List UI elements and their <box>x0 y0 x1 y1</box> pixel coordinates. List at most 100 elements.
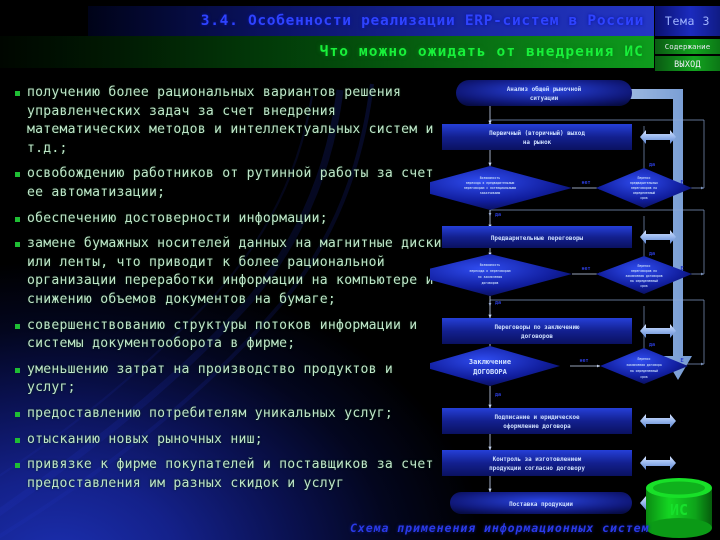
process-node-n4: Переговоры по заключению договоров <box>442 318 632 344</box>
svg-text:на рынок: на рынок <box>523 140 552 146</box>
svg-text:Переговоры по заключению: Переговоры по заключению <box>494 325 580 331</box>
svg-text:предварительных: предварительных <box>630 181 658 185</box>
bullet-marker-icon <box>15 242 20 248</box>
list-item: замене бумажных носителей данных на магн… <box>10 235 442 309</box>
list-item-text: предоставлению потребителям уникальных у… <box>27 405 393 421</box>
svg-text:ситуации: ситуации <box>530 96 559 102</box>
svg-text:оформление договора: оформление договора <box>503 423 571 430</box>
list-item-text: замене бумажных носителей данных на магн… <box>27 236 442 307</box>
svg-text:Первичный (вторичный) выход: Первичный (вторичный) выход <box>489 131 585 137</box>
edge-label-yes: да <box>495 392 501 398</box>
list-item: предоставлению потребителям уникальных у… <box>10 405 442 424</box>
bullet-marker-icon <box>15 437 20 443</box>
svg-text:Перенос: Перенос <box>637 357 650 361</box>
bullet-marker-icon <box>15 216 20 222</box>
process-node-n7: Поставка продукции <box>450 492 632 514</box>
slide-subtitle-bar: Что можно ожидать от внедрения ИС <box>0 36 654 68</box>
list-item: обеспечению достоверности информации; <box>10 210 442 229</box>
page-subtitle: Что можно ожидать от внедрения ИС <box>319 44 644 60</box>
svg-text:Контроль за изготовлением: Контроль за изготовлением <box>493 457 582 463</box>
edge-label-no: нет <box>581 266 590 272</box>
process-node-n6: Контроль за изготовлением продукции согл… <box>442 450 632 476</box>
svg-text:Возможность: Возможность <box>480 263 501 267</box>
list-item: освобождению работников от рутинной рабо… <box>10 165 442 202</box>
decision-node-d1: Возможность перехода к предварительным п… <box>430 166 572 210</box>
svg-text:на определенный: на определенный <box>630 279 658 283</box>
diagram-caption: Схема применения информационных систем <box>350 521 650 535</box>
list-item-text: уменьшению затрат на производство продук… <box>27 361 393 396</box>
svg-text:на определенный: на определенный <box>630 369 658 373</box>
list-item: отысканию новых рыночных ниш; <box>10 431 442 450</box>
list-item-text: обеспечению достоверности информации; <box>27 210 328 226</box>
svg-text:заключению договоров: заключению договоров <box>625 274 662 278</box>
svg-text:Предварительные переговоры: Предварительные переговоры <box>491 236 584 242</box>
decision-node-d3: Заключение ДОГОВОРА <box>430 346 560 386</box>
edge-label-yes: да <box>495 212 501 218</box>
information-system-database: ИС <box>646 478 712 538</box>
nav-contents-label: Содержание <box>664 42 711 51</box>
process-node-n2: Первичный (вторичный) выход на рынок <box>442 124 632 150</box>
svg-text:Поставка продукции: Поставка продукции <box>509 502 573 508</box>
list-item: привязке к фирме покупателей и поставщик… <box>10 456 442 493</box>
svg-text:Перенос: Перенос <box>637 264 650 268</box>
svg-text:перехода к предварительным: перехода к предварительным <box>466 181 515 185</box>
edge-label-yes: да <box>649 162 655 168</box>
svg-text:Анализ общей рыночной: Анализ общей рыночной <box>507 86 582 93</box>
slide-canvas: 3.4. Особенности реализации ERP-систем в… <box>0 0 720 540</box>
nav-theme-button[interactable]: Тема 3 <box>655 6 720 36</box>
list-item: получению более рациональных вариантов р… <box>10 84 442 158</box>
process-node-n5: Подписание и юридическое оформление дого… <box>442 408 632 434</box>
decision-node-d2: Возможность перехода к переговорам по за… <box>430 254 572 296</box>
svg-text:переговоров на: переговоров на <box>631 186 657 190</box>
list-item: совершенствованию структуры потоков инфо… <box>10 317 442 354</box>
svg-text:Подписание и юридическое: Подписание и юридическое <box>494 415 580 421</box>
svg-text:заказчиками: заказчиками <box>480 191 501 195</box>
svg-text:Перенос: Перенос <box>637 176 650 180</box>
list-item-text: привязке к фирме покупателей и поставщик… <box>27 457 434 491</box>
edge-label-no: нет <box>579 358 588 364</box>
svg-text:переговоров по: переговоров по <box>631 269 657 273</box>
svg-text:срок: срок <box>640 196 648 200</box>
bidirectional-arrow-n5 <box>640 414 676 428</box>
nav-exit-button[interactable]: ВЫХОД <box>655 56 720 71</box>
svg-text:продукции согласно договору: продукции согласно договору <box>489 466 585 472</box>
svg-text:договоров: договоров <box>482 281 499 285</box>
svg-text:Заключение: Заключение <box>469 358 511 366</box>
slide-title-bar: 3.4. Особенности реализации ERP-систем в… <box>88 6 654 36</box>
svg-text:договоров: договоров <box>521 334 553 340</box>
svg-text:определенный: определенный <box>633 191 655 195</box>
bullet-marker-icon <box>15 323 20 329</box>
bidirectional-arrow-n3 <box>640 230 676 244</box>
list-item-text: освобождению работников от рутинной рабо… <box>27 166 434 200</box>
bullet-list: получению более рациональных вариантов р… <box>10 84 442 500</box>
list-item-text: получению более рациональных вариантов р… <box>27 85 434 156</box>
bidirectional-arrow-n2 <box>640 130 676 144</box>
list-item-text: совершенствованию структуры потоков инфо… <box>27 317 418 352</box>
edge-label-no: нет <box>581 180 590 186</box>
bidirectional-arrow-n4 <box>640 324 676 338</box>
list-item-text: отысканию новых рыночных ниш; <box>27 431 263 447</box>
bullet-marker-icon <box>15 367 20 373</box>
bullet-marker-icon <box>15 172 20 178</box>
nav-contents-button[interactable]: Содержание <box>655 39 720 54</box>
database-label: ИС <box>670 501 688 519</box>
list-item: уменьшению затрат на производство продук… <box>10 361 442 398</box>
bidirectional-arrow-n6 <box>640 456 676 470</box>
edge-label-yes: да <box>649 342 655 348</box>
svg-text:срок: срок <box>640 284 648 288</box>
svg-text:заключения договора: заключения договора <box>626 363 662 367</box>
svg-text:срок: срок <box>640 375 648 379</box>
svg-text:Возможность: Возможность <box>480 176 501 180</box>
svg-text:по заключению: по заключению <box>478 275 502 279</box>
bullet-marker-icon <box>15 91 20 96</box>
process-node-n3: Предварительные переговоры <box>442 226 632 248</box>
bullet-marker-icon <box>15 463 20 469</box>
process-node-n1: Анализ общей рыночной ситуации <box>456 80 632 106</box>
svg-text:перехода к переговорам: перехода к переговорам <box>470 269 511 273</box>
bullet-marker-icon <box>15 411 20 417</box>
nav-exit-label: ВЫХОД <box>674 58 701 69</box>
svg-text:переговорам с потенциальными: переговорам с потенциальными <box>464 186 516 190</box>
edge-label-yes: да <box>649 251 655 257</box>
page-title: 3.4. Особенности реализации ERP-систем в… <box>200 13 644 29</box>
nav-theme-label: Тема 3 <box>664 14 711 28</box>
